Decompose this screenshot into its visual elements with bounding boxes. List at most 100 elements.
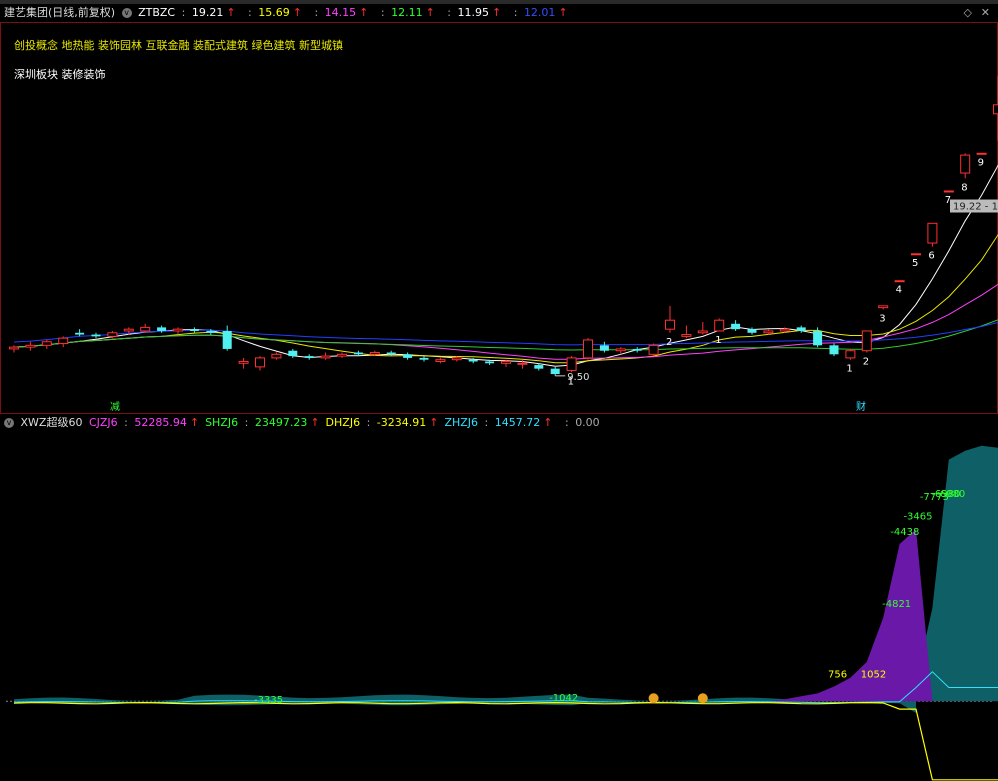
limit-up-count-label: 2: [863, 357, 869, 368]
formula-toggle-icon[interactable]: v: [121, 8, 132, 18]
candle-body: [993, 104, 998, 115]
ind-field-sep: :: [241, 416, 252, 429]
price-range-label: 19.22 - 18: [953, 202, 998, 213]
main-field-3: : 14.15 ↑: [308, 6, 371, 19]
ma10-line: [13, 234, 998, 364]
main-field-arrow: ↑: [425, 6, 435, 19]
limit-up-count-label: 4: [896, 285, 902, 296]
candle-body: [927, 222, 938, 244]
candle-body: [157, 327, 167, 331]
indicator-name[interactable]: XWZ超级60: [21, 416, 83, 429]
main-field-2: : 15.69 ↑: [242, 6, 305, 19]
main-field-value: 15.69: [258, 6, 290, 19]
main-field-value: 19.21: [191, 6, 224, 19]
ind-field-sep: :: [363, 416, 374, 429]
indicator-header: v XWZ超级60 CJZJ6 : 52285.94 ↑ SHZJ6 : 23497…: [0, 414, 998, 432]
main-field-sep: :: [310, 6, 322, 19]
limit-up-count-label: 1: [715, 335, 721, 346]
money-bag-icon: [648, 693, 659, 704]
candle-body: [878, 305, 889, 309]
indicator-value-label: -3335: [254, 695, 283, 706]
candle-body: [140, 326, 151, 332]
dhzj6-line: [13, 701, 998, 781]
main-field-1: ZTBZC : 19.21 ↑: [138, 6, 238, 19]
ind-field-value: -3234.91: [376, 416, 427, 429]
candle-body: [403, 354, 413, 358]
main-field-value: 12.11: [391, 6, 423, 19]
indicator-value-label: -4821: [882, 599, 911, 610]
ind-field-value: 1457.72: [494, 416, 541, 429]
ind-field-1: CJZJ6 : 52285.94 ↑: [89, 416, 202, 429]
event-marker-left: 减: [110, 401, 120, 413]
candle-body: [632, 348, 642, 351]
candle-body: [369, 352, 380, 355]
candle-body: [173, 328, 183, 332]
main-field-arrow: ↑: [226, 6, 236, 19]
ind-field-2: SHZJ6 : 23497.23 ↑: [205, 416, 322, 429]
candle-body: [75, 332, 85, 335]
main-field-sep: :: [178, 6, 189, 19]
ma60-line: [13, 321, 998, 346]
main-field-arrow: ↑: [292, 6, 302, 19]
candle-body: [271, 353, 282, 359]
ind-field-4: ZHZJ6 : 1457.72 ↑: [444, 416, 555, 429]
main-field-value: 11.95: [457, 6, 490, 19]
main-field-arrow: ↑: [359, 6, 369, 19]
limit-up-count-label: 1: [846, 364, 852, 375]
indicator-chart[interactable]: -3335 -1042756 1052-4821-4438-3465-7773-69…: [0, 432, 998, 781]
candle-body: [731, 323, 741, 330]
candle-body: [763, 330, 774, 334]
indicator-value-label: -1042: [549, 693, 578, 704]
candle-body: [468, 359, 478, 362]
candle-body: [435, 359, 446, 362]
limit-up-count-label: 8: [961, 182, 967, 193]
candle-body: [714, 319, 725, 332]
candle-body: [320, 355, 331, 359]
candle-body: [25, 344, 36, 348]
main-field-sep: :: [244, 6, 256, 19]
candle-body: [123, 328, 134, 332]
main-field-6: : 12.01 ↑: [507, 6, 570, 19]
candle-body: [451, 357, 462, 361]
indicator-value-label: 1052: [861, 670, 886, 681]
limit-up-count-label: 6: [928, 251, 934, 262]
zhzj6-area: [14, 445, 998, 702]
candle-body: [222, 330, 232, 349]
stock-title[interactable]: 建艺集团(日线,前复权): [4, 6, 115, 19]
candle-body: [960, 154, 971, 174]
main-field-label: ZTBZC: [138, 6, 176, 19]
candle-body: [91, 334, 101, 337]
close-icon[interactable]: ✕: [981, 6, 990, 19]
candle-body: [829, 345, 839, 355]
candle-body: [599, 345, 609, 351]
ind-field-label: ZHZJ6: [444, 416, 479, 429]
ind-field-label: CJZJ6: [88, 416, 118, 429]
candle-body: [894, 280, 905, 283]
candle-body: [779, 328, 790, 332]
cjzj6-area: [768, 529, 933, 702]
candle-body: [845, 350, 856, 359]
candle-body: [697, 330, 708, 334]
candle-body: [304, 356, 314, 358]
indicator-value-label: -3465: [903, 512, 932, 523]
candle-body: [206, 330, 216, 333]
money-bag-icon: [697, 693, 708, 704]
main-field-4: : 12.11 ↑: [374, 6, 437, 19]
candle-body: [911, 253, 921, 256]
candle-body: [288, 350, 298, 357]
indicator-toggle-icon[interactable]: v: [4, 418, 14, 428]
main-field-value: 12.01: [523, 6, 556, 19]
indicator-value-label: -4438: [890, 527, 919, 538]
candle-body: [9, 346, 19, 350]
candle-body: [747, 329, 757, 333]
candle-body: [976, 152, 987, 155]
diamond-icon[interactable]: ◇: [964, 6, 972, 19]
candle-body: [583, 339, 593, 359]
candle-body: [861, 330, 872, 352]
limit-up-count-label: 9: [978, 157, 984, 168]
candle-body: [41, 341, 52, 346]
limit-up-count-label: 2: [666, 337, 672, 348]
candle-body: [813, 330, 823, 346]
ind-field-label: DHZJ6: [325, 416, 361, 429]
candlestick-chart[interactable]: 12112345678927.809.5019.22 - 18减财: [0, 22, 998, 414]
